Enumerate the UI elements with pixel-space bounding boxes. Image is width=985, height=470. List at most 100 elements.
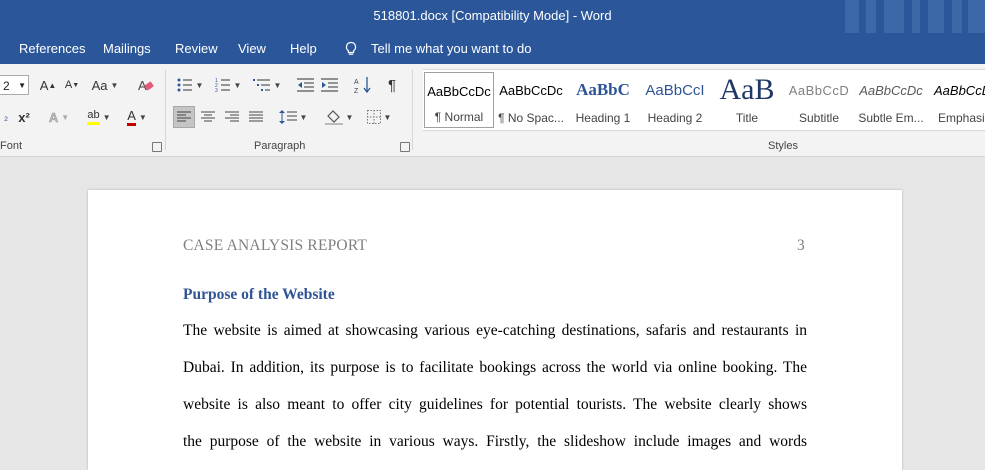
style-subtitle[interactable]: AaBbCcD Subtitle (784, 72, 854, 128)
line-spacing-button[interactable]: ▼ (276, 106, 310, 128)
style-no-spacing[interactable]: AaBbCcDc ¶ No Spac... (496, 72, 566, 128)
style-name: Heading 2 (647, 111, 703, 125)
font-color-label: A (127, 108, 136, 126)
borders-button[interactable]: ▼ (362, 106, 396, 128)
style-name: ¶ Normal (434, 110, 484, 124)
line-spacing-icon (278, 110, 297, 124)
style-emphasis[interactable]: AaBbCcDc Emphasis (928, 72, 985, 128)
body-line: The website is aimed at showcasing vario… (183, 322, 807, 339)
eraser-icon: A (138, 78, 154, 93)
chevron-down-icon: ▼ (18, 81, 26, 90)
style-sample: AaBbCcDc (859, 82, 923, 98)
bullet-list-icon (177, 78, 192, 92)
title-bar: 518801.docx [Compatibility Mode] - Word (0, 0, 985, 33)
font-group-label: Font (0, 140, 23, 152)
increase-indent-button[interactable] (318, 74, 342, 96)
superscript-button[interactable]: x² (14, 106, 34, 128)
svg-text:A: A (354, 79, 359, 86)
paint-bucket-icon (324, 110, 343, 125)
decrease-indent-icon (297, 78, 314, 92)
tab-mailings[interactable]: Mailings (103, 33, 151, 64)
body-line: website is also meant to offer city guid… (183, 396, 807, 413)
justify-button[interactable] (245, 106, 267, 128)
subscript-button[interactable]: ₂ (0, 106, 12, 128)
font-color-button[interactable]: A ▼ (120, 106, 154, 128)
align-right-icon (225, 111, 239, 122)
style-subtle-emphasis[interactable]: AaBbCcDc Subtle Em... (856, 72, 926, 128)
multilevel-list-button[interactable]: ▼ (250, 74, 284, 96)
subscript-label: ₂ (3, 111, 9, 123)
font-size-value: 2 (3, 79, 10, 93)
tab-view[interactable]: View (238, 33, 266, 64)
document-page[interactable]: CASE ANALYSIS REPORT 3 Purpose of the We… (88, 190, 902, 470)
change-case-button[interactable]: Aa ▼ (88, 74, 122, 96)
tab-review[interactable]: Review (175, 33, 218, 64)
clear-formatting-button[interactable]: A (134, 74, 158, 96)
paragraph-dialog-launcher[interactable] (400, 142, 410, 152)
font-size-box[interactable]: 2 ▼ (0, 75, 29, 95)
style-title[interactable]: AaB Title (712, 72, 782, 128)
style-name: Title (735, 111, 759, 125)
font-dialog-launcher[interactable] (152, 142, 162, 152)
superscript-label: x² (18, 109, 30, 125)
shrink-font-label: A (64, 79, 73, 91)
change-case-label: Aa (91, 77, 108, 93)
style-heading-2[interactable]: AaBbCcI Heading 2 (640, 72, 710, 128)
align-center-icon (201, 111, 215, 122)
style-sample: AaBbCcDc (934, 82, 985, 98)
shading-button[interactable]: ▼ (322, 106, 356, 128)
style-sample: AaBbCcDc (427, 83, 491, 99)
tab-references[interactable]: References (19, 33, 85, 64)
align-center-button[interactable] (197, 106, 219, 128)
increase-indent-icon (321, 78, 338, 92)
decrease-indent-button[interactable] (294, 74, 318, 96)
tell-me-search[interactable]: Tell me what you want to do (371, 33, 531, 64)
document-area[interactable]: CASE ANALYSIS REPORT 3 Purpose of the We… (0, 157, 985, 470)
text-effects-label: A (48, 109, 59, 125)
styles-gallery: AaBbCcDc ¶ Normal AaBbCcDc ¶ No Spac... … (423, 69, 985, 131)
style-sample: AaBbCcI (645, 81, 705, 99)
numbered-list-icon: 123 (215, 78, 230, 92)
style-name: Subtitle (798, 111, 840, 125)
highlight-label: ab (87, 109, 100, 125)
justify-icon (249, 111, 263, 122)
style-heading-1[interactable]: AaBbC Heading 1 (568, 72, 638, 128)
borders-icon (366, 110, 381, 124)
grow-font-label: A (39, 77, 49, 93)
sort-icon: AZ (354, 77, 371, 94)
numbering-button[interactable]: 1 2 3 ▼ (212, 74, 244, 96)
styles-group-label: Styles (768, 140, 798, 152)
grow-font-button[interactable]: A ▲ (38, 74, 58, 96)
tab-help[interactable]: Help (290, 33, 317, 64)
svg-text:Z: Z (354, 88, 359, 94)
group-separator (412, 70, 413, 150)
style-name: Subtle Em... (858, 111, 924, 125)
highlight-button[interactable]: ab ▼ (82, 106, 116, 128)
style-sample: AaB (719, 73, 775, 106)
shrink-font-button[interactable]: A ▼ (62, 74, 82, 96)
paragraph-group-label: Paragraph (254, 140, 306, 152)
style-name: Heading 1 (575, 111, 631, 125)
window-title: 518801.docx [Compatibility Mode] - Word (373, 8, 612, 23)
section-heading: Purpose of the Website (183, 286, 335, 303)
group-separator (165, 70, 166, 150)
page-number: 3 (797, 237, 805, 254)
align-left-icon (177, 111, 191, 122)
align-left-button[interactable] (173, 106, 195, 128)
show-formatting-marks-button[interactable]: ¶ (382, 74, 402, 96)
menu-bar: References Mailings Review View Help Tel… (0, 33, 985, 64)
body-line: Dubai. In addition, its purpose is to fa… (183, 359, 807, 376)
sort-button[interactable]: AZ (352, 74, 374, 96)
svg-text:3: 3 (215, 88, 218, 92)
pilcrow-icon: ¶ (387, 76, 397, 94)
style-sample: AaBbC (576, 80, 630, 99)
multilevel-list-icon (252, 79, 270, 91)
align-right-button[interactable] (221, 106, 243, 128)
text-effects-button[interactable]: A ▼ (44, 106, 74, 128)
style-sample: AaBbCcD (788, 82, 850, 98)
style-name: Emphasis (938, 111, 985, 125)
body-line: the purpose of the website in various wa… (183, 433, 807, 450)
lightbulb-icon (343, 41, 359, 57)
bullets-button[interactable]: ▼ (174, 74, 206, 96)
style-normal[interactable]: AaBbCcDc ¶ Normal (424, 72, 494, 128)
